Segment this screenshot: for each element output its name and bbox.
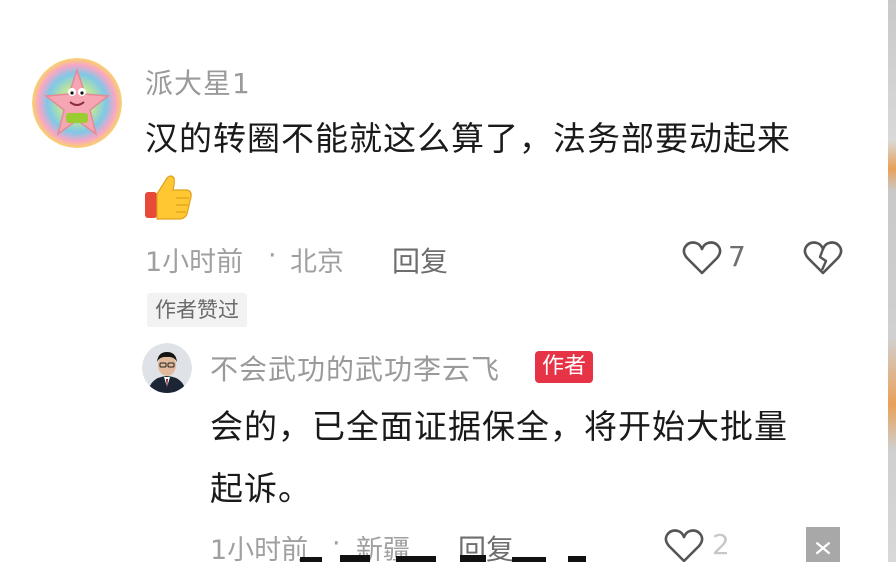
like-count: 2 xyxy=(712,528,730,561)
edge-strip xyxy=(888,0,896,562)
comment-username[interactable]: 派大星1 xyxy=(145,62,251,102)
broken-heart-icon[interactable] xyxy=(803,240,843,276)
heart-icon[interactable] xyxy=(664,528,704,562)
reply-time: 1小时前 xyxy=(210,535,309,562)
comment-location: 北京 xyxy=(290,247,344,278)
author-liked-badge: 作者赞过 xyxy=(147,293,247,327)
heart-icon[interactable] xyxy=(682,240,722,276)
comment-text: 汉的转圈不能就这么算了，法务部要动起来 xyxy=(145,119,791,158)
author-badge: 作者 xyxy=(535,351,594,383)
reply-text-line1: 会的，已全面证据保全，将开始大批量 xyxy=(210,407,788,446)
comment-time: 1小时前 xyxy=(145,247,244,278)
broken-heart-icon[interactable] xyxy=(806,527,840,562)
comment-thread: 派大星1 汉的转圈不能就这么算了，法务部要动起来 1小时前 · 北京 回复 7 … xyxy=(0,0,896,562)
overlay-caption-fragment xyxy=(300,550,600,562)
avatar[interactable] xyxy=(32,58,122,148)
avatar[interactable] xyxy=(142,343,192,393)
reply-text-line2: 起诉。 xyxy=(210,469,312,508)
thumbs-up-icon xyxy=(143,172,193,222)
like-count: 7 xyxy=(728,240,746,273)
reply-button[interactable]: 回复 xyxy=(392,240,448,280)
meta-separator: · xyxy=(268,240,277,271)
reply-username[interactable]: 不会武功的武功李云飞 xyxy=(210,348,500,388)
